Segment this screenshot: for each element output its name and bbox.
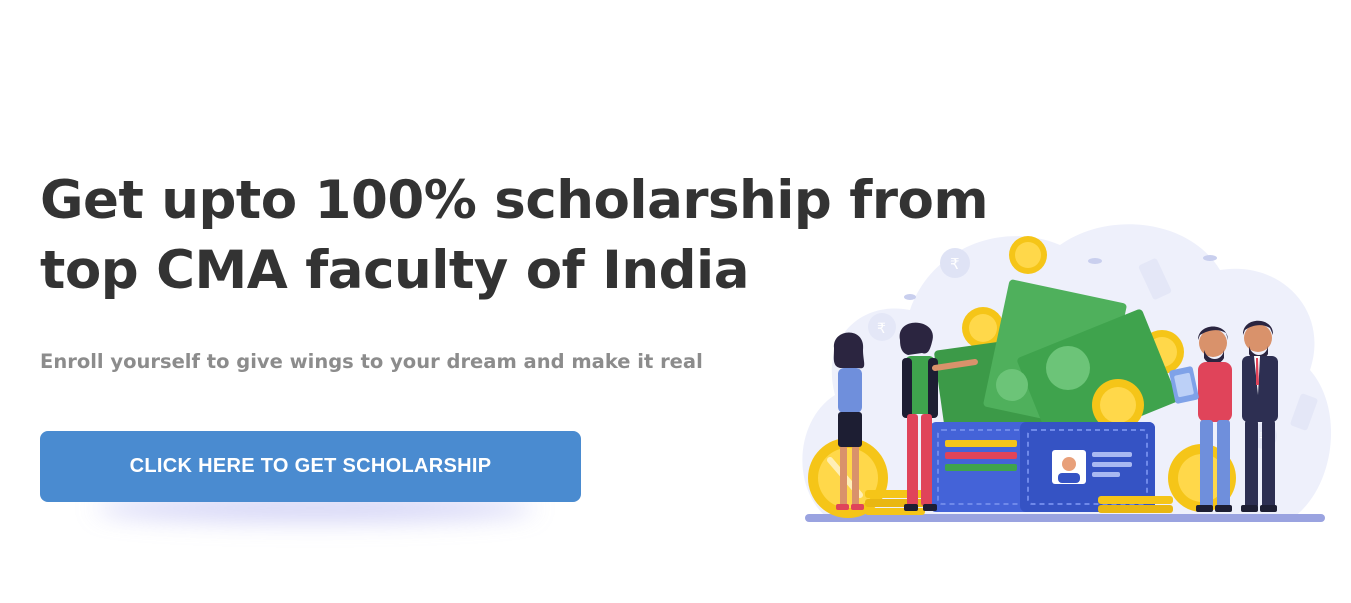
headline-line-2: top CMA faculty of India <box>40 240 749 301</box>
coin-icon <box>1009 236 1047 274</box>
svg-text:₹: ₹ <box>950 255 960 273</box>
get-scholarship-button[interactable]: CLICK HERE TO GET SCHOLARSHIP <box>40 431 581 502</box>
svg-text:₹: ₹ <box>877 321 886 337</box>
rupee-icon: ₹ <box>868 313 896 341</box>
scholarship-hero: Get upto 100% scholarship from top CMA fa… <box>0 0 1351 603</box>
scholarship-illustration: ₹ ₹ ₹ <box>802 224 1332 522</box>
ground-line <box>805 514 1325 522</box>
hero-subtitle: Enroll yourself to give wings to your dr… <box>40 350 703 373</box>
rupee-icon: ₹ <box>940 248 970 278</box>
